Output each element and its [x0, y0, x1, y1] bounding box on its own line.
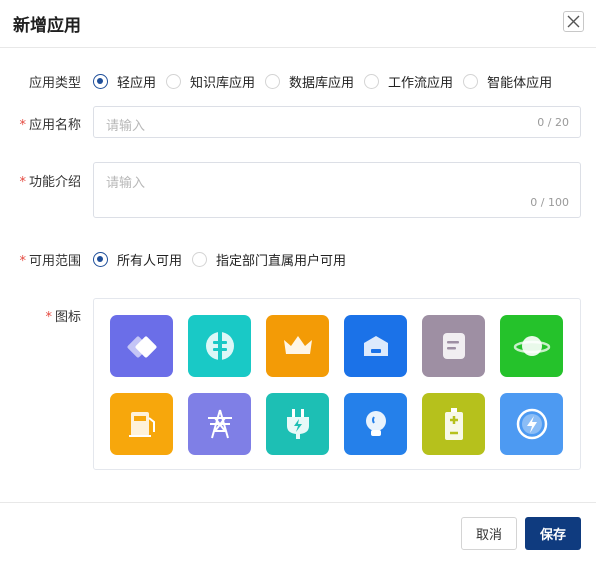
dialog-header: 新增应用 — [0, 0, 596, 48]
scope-radio-group: 所有人可用 指定部门直属用户可用 — [93, 250, 356, 269]
icon-option-globe-plug[interactable] — [188, 315, 251, 377]
app-name-label-text: 应用名称 — [28, 118, 81, 133]
description-label-text: 功能介绍 — [28, 175, 81, 190]
required-mark: * — [19, 175, 26, 190]
radio-app-type-agent[interactable]: 智能体应用 — [463, 72, 552, 91]
radio-circle[interactable] — [463, 74, 479, 89]
cancel-button[interactable]: 取消 — [461, 517, 517, 550]
app-type-radio-group: 轻应用 知识库应用 数据库应用 工作流应用 智能体应用 — [93, 72, 552, 91]
icon-option-building-box[interactable] — [344, 315, 407, 377]
required-mark: * — [45, 310, 52, 325]
radio-circle[interactable] — [166, 74, 182, 89]
icon-option-compass-lightning[interactable] — [500, 393, 563, 455]
compass-lightning-icon — [516, 408, 547, 440]
icon-option-plug-lightning[interactable] — [266, 393, 329, 455]
radio-app-type-light[interactable]: 轻应用 — [93, 72, 156, 91]
radio-scope-everyone[interactable]: 所有人可用 — [93, 250, 182, 269]
radio-circle[interactable] — [364, 74, 380, 89]
diamond-cards-icon — [127, 336, 156, 358]
crown-icon — [283, 336, 312, 354]
close-button[interactable] — [563, 11, 584, 32]
battery-icon — [444, 408, 463, 440]
radio-label: 所有人可用 — [117, 254, 183, 269]
radio-circle[interactable] — [192, 252, 208, 267]
radio-circle[interactable] — [265, 74, 281, 89]
icon-option-power-tower[interactable] — [188, 393, 251, 455]
description-counter: 0 / 100 — [530, 196, 569, 209]
fuel-pump-icon — [128, 412, 155, 437]
scope-label: * 可用范围 — [11, 250, 81, 269]
icon-option-fuel-pump[interactable] — [110, 393, 173, 455]
radio-app-type-knowledge[interactable]: 知识库应用 — [166, 72, 255, 91]
icon-option-crown[interactable] — [266, 315, 329, 377]
radio-label: 知识库应用 — [190, 76, 256, 91]
app-type-label: 应用类型 — [11, 72, 81, 91]
radio-circle-checked[interactable] — [93, 74, 108, 89]
dialog-title: 新增应用 — [13, 16, 81, 36]
radio-scope-department[interactable]: 指定部门直属用户可用 — [192, 250, 346, 269]
required-mark: * — [19, 254, 26, 269]
app-name-placeholder: 请输入 — [106, 119, 146, 134]
planet-icon — [513, 336, 550, 356]
close-icon — [567, 15, 580, 28]
radio-label: 数据库应用 — [289, 76, 355, 91]
scope-label-text: 可用范围 — [28, 254, 81, 269]
icon-option-battery[interactable] — [422, 393, 485, 455]
radio-app-type-database[interactable]: 数据库应用 — [265, 72, 354, 91]
building-box-icon — [363, 336, 388, 356]
icon-label-text: 图标 — [54, 310, 81, 325]
required-mark: * — [19, 118, 26, 133]
radio-app-type-workflow[interactable]: 工作流应用 — [364, 72, 453, 91]
radio-label: 轻应用 — [117, 76, 157, 91]
app-name-counter: 0 / 20 — [537, 116, 569, 129]
icon-option-document[interactable] — [422, 315, 485, 377]
description-placeholder: 请输入 — [106, 176, 146, 191]
app-type-label-text: 应用类型 — [28, 76, 81, 91]
add-app-dialog: 新增应用 应用类型 轻应用 知识库应用 数据库应用 工作流应用 智能体应用 * … — [0, 0, 596, 569]
app-name-input[interactable]: 请输入 0 / 20 — [93, 106, 581, 138]
globe-plug-icon — [205, 332, 234, 360]
radio-label: 指定部门直属用户可用 — [216, 254, 347, 269]
power-tower-icon — [207, 409, 232, 439]
light-bulb-icon — [365, 411, 386, 436]
app-name-label: * 应用名称 — [11, 114, 81, 133]
description-label: * 功能介绍 — [11, 171, 81, 190]
document-icon — [442, 333, 465, 359]
plug-lightning-icon — [286, 409, 309, 439]
radio-circle-checked[interactable] — [93, 252, 108, 267]
radio-label: 智能体应用 — [487, 76, 553, 91]
icon-label: * 图标 — [11, 306, 81, 325]
description-textarea[interactable]: 请输入 0 / 100 — [93, 162, 581, 218]
icon-picker — [93, 298, 581, 470]
save-button[interactable]: 保存 — [525, 517, 581, 550]
icon-option-light-bulb[interactable] — [344, 393, 407, 455]
icon-option-diamond-cards[interactable] — [110, 315, 173, 377]
radio-label: 工作流应用 — [388, 76, 454, 91]
icon-option-planet[interactable] — [500, 315, 563, 377]
